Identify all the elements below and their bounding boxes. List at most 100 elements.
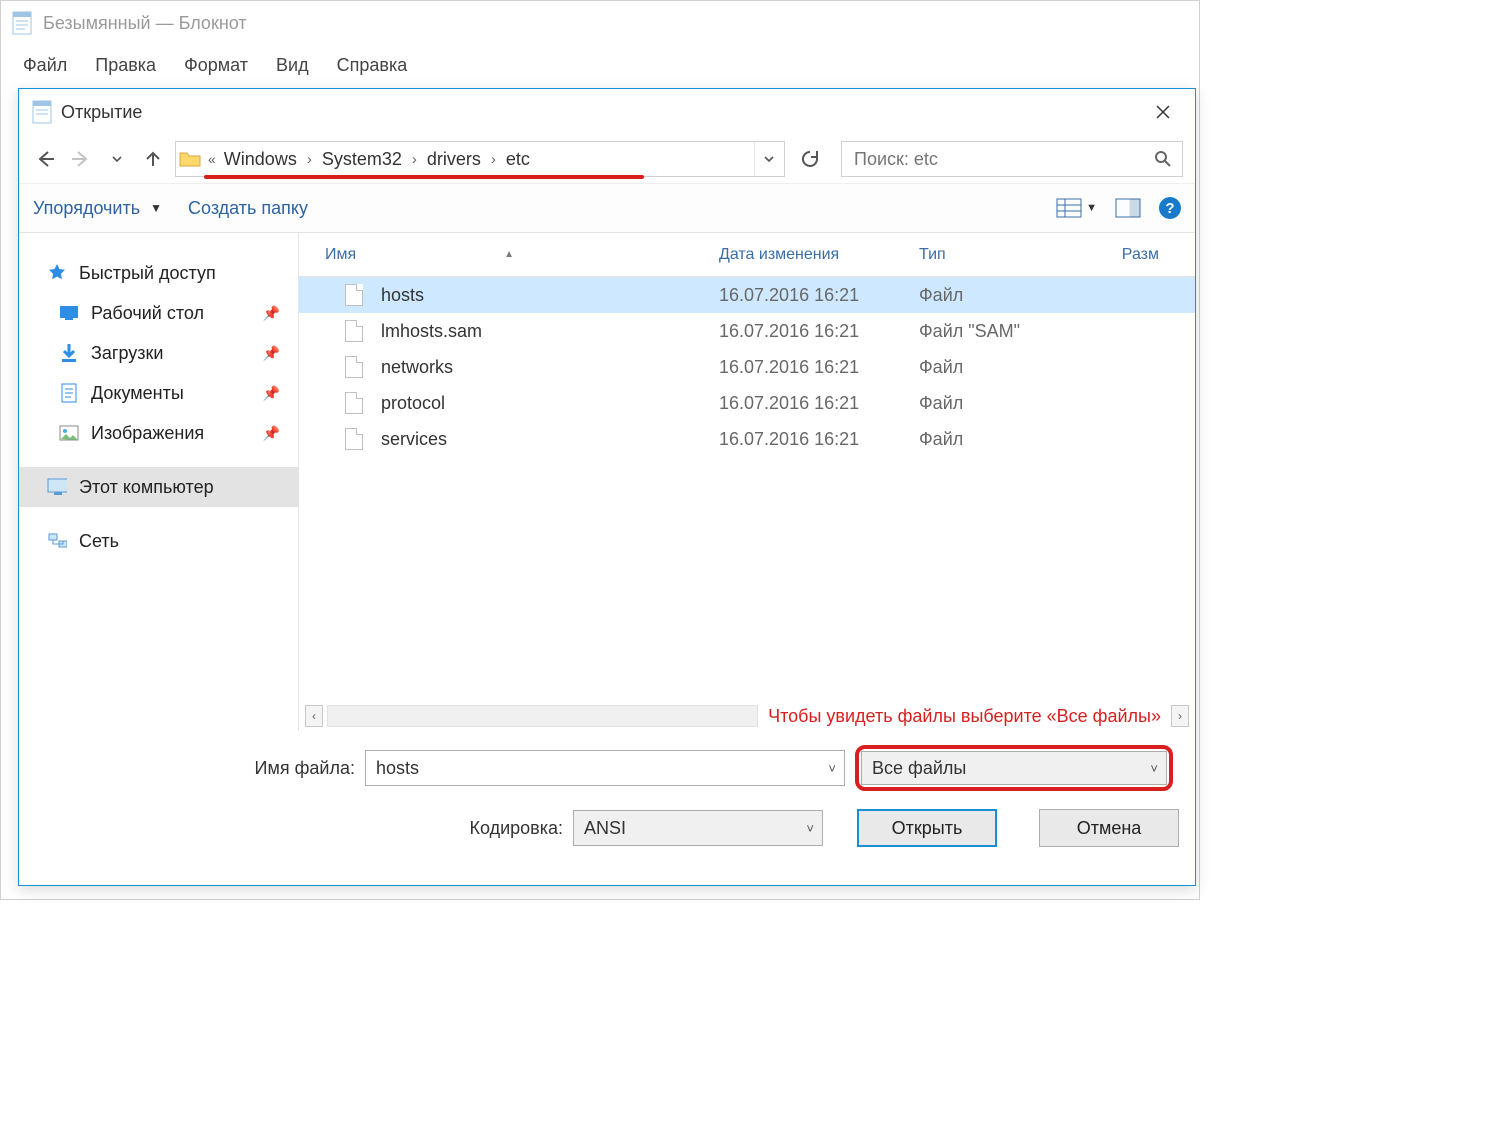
refresh-icon[interactable]	[793, 141, 827, 177]
organize-label: Упорядочить	[33, 198, 140, 219]
scroll-track[interactable]	[327, 705, 758, 727]
file-name: protocol	[381, 393, 445, 414]
cancel-button[interactable]: Отмена	[1039, 809, 1179, 847]
dialog-body: Быстрый доступ Рабочий стол 📌 Загрузки 📌…	[19, 233, 1195, 731]
encoding-combo[interactable]: ANSI ˅	[573, 810, 823, 846]
chevron-down-icon: ▼	[1086, 202, 1097, 214]
menu-edit[interactable]: Правка	[81, 49, 170, 82]
breadcrumb-item-windows[interactable]: Windows	[220, 147, 301, 172]
file-row[interactable]: protocol 16.07.2016 16:21Файл	[299, 385, 1195, 421]
chevron-down-icon[interactable]: ˅	[828, 761, 836, 776]
search-input[interactable]	[841, 141, 1183, 177]
column-size[interactable]: Разм	[1089, 246, 1169, 264]
annotation-filter-highlight: Все файлы ˅	[855, 745, 1173, 791]
file-icon	[345, 284, 363, 306]
notepad-titlebar: Безымянный — Блокнот	[1, 1, 1199, 45]
chevron-down-icon[interactable]: ˅	[806, 821, 814, 836]
sidebar-item-label: Рабочий стол	[91, 303, 204, 324]
scroll-right-icon[interactable]: ›	[1171, 705, 1189, 727]
folder-icon	[176, 145, 204, 173]
file-name: networks	[381, 357, 453, 378]
filetype-filter-combo[interactable]: Все файлы ˅	[861, 751, 1167, 785]
chevron-right-icon[interactable]: ›	[301, 151, 318, 168]
computer-icon	[47, 477, 67, 497]
column-type[interactable]: Тип	[919, 246, 1089, 264]
file-type: Файл	[919, 285, 1089, 306]
search-field[interactable]	[852, 148, 1148, 171]
notepad-menubar: Файл Правка Формат Вид Справка	[1, 45, 1199, 85]
filetype-filter-value: Все файлы	[872, 758, 966, 779]
nav-recent-dropdown-icon[interactable]	[103, 145, 131, 173]
sidebar-this-pc[interactable]: Этот компьютер	[19, 467, 298, 507]
new-folder-button[interactable]: Создать папку	[188, 198, 308, 219]
breadcrumb-item-drivers[interactable]: drivers	[423, 147, 485, 172]
nav-back-icon[interactable]	[31, 145, 59, 173]
column-date[interactable]: Дата изменения	[719, 246, 919, 264]
nav-forward-icon	[67, 145, 95, 173]
star-icon	[47, 263, 67, 283]
search-icon[interactable]	[1148, 150, 1172, 168]
downloads-icon	[59, 343, 79, 363]
filename-value: hosts	[376, 758, 419, 779]
column-name[interactable]: Имя ▲	[299, 246, 719, 264]
file-row[interactable]: networks 16.07.2016 16:21Файл	[299, 349, 1195, 385]
annotation-underline	[204, 175, 644, 179]
menu-help[interactable]: Справка	[323, 49, 422, 82]
file-icon	[345, 320, 363, 342]
file-list-header: Имя ▲ Дата изменения Тип Разм	[299, 233, 1195, 277]
file-name: lmhosts.sam	[381, 321, 482, 342]
notepad-title: Безымянный — Блокнот	[43, 13, 247, 34]
pin-icon[interactable]: 📌	[263, 385, 280, 402]
sidebar-network[interactable]: Сеть	[19, 521, 298, 561]
chevron-right-icon[interactable]: ›	[485, 151, 502, 168]
scroll-left-icon[interactable]: ‹	[305, 705, 323, 727]
file-row[interactable]: services 16.07.2016 16:21Файл	[299, 421, 1195, 457]
pictures-icon	[59, 423, 79, 443]
file-date: 16.07.2016 16:21	[719, 393, 919, 414]
horizontal-scrollbar[interactable]: ‹ Чтобы увидеть файлы выберите «Все файл…	[299, 701, 1195, 731]
file-row[interactable]: hosts16.07.2016 16:21Файл	[299, 277, 1195, 313]
file-row[interactable]: lmhosts.sam16.07.2016 16:21Файл "SAM"	[299, 313, 1195, 349]
file-date: 16.07.2016 16:21	[719, 429, 919, 450]
sidebar-network-label: Сеть	[79, 531, 119, 552]
open-button[interactable]: Открыть	[857, 809, 997, 847]
nav-up-icon[interactable]	[139, 145, 167, 173]
sidebar-item-label: Изображения	[91, 423, 204, 444]
file-list[interactable]: hosts16.07.2016 16:21Файл lmhosts.sam 16.0…	[299, 277, 1195, 701]
organize-button[interactable]: Упорядочить ▼	[33, 198, 162, 219]
preview-pane-button[interactable]	[1115, 198, 1141, 218]
file-date: 16.07.2016 16:21	[719, 321, 919, 342]
view-mode-button[interactable]: ▼	[1056, 198, 1097, 218]
documents-icon	[59, 383, 79, 403]
help-icon[interactable]: ?	[1159, 197, 1181, 219]
file-name: services	[381, 429, 447, 450]
sidebar-item-documents[interactable]: Документы 📌	[19, 373, 298, 413]
annotation-hint: Чтобы увидеть файлы выберите «Все файлы»	[762, 706, 1167, 727]
pin-icon[interactable]: 📌	[263, 425, 280, 442]
sidebar-item-downloads[interactable]: Загрузки 📌	[19, 333, 298, 373]
file-type: Файл	[919, 393, 1089, 414]
sidebar-item-desktop[interactable]: Рабочий стол 📌	[19, 293, 298, 333]
breadcrumb[interactable]: « Windows › System32 › drivers › etc	[175, 141, 785, 177]
file-date: 16.07.2016 16:21	[719, 357, 919, 378]
file-type: Файл	[919, 357, 1089, 378]
sidebar-quick-access[interactable]: Быстрый доступ	[19, 253, 298, 293]
chevron-down-icon[interactable]: ˅	[1150, 761, 1158, 776]
breadcrumb-item-etc[interactable]: etc	[502, 147, 534, 172]
menu-view[interactable]: Вид	[262, 49, 323, 82]
dialog-bottom: Имя файла: hosts ˅ Все файлы ˅ Кодировка…	[19, 731, 1195, 865]
breadcrumb-item-system32[interactable]: System32	[318, 147, 406, 172]
file-type: Файл	[919, 429, 1089, 450]
dialog-toolbar: Упорядочить ▼ Создать папку ▼ ?	[19, 183, 1195, 233]
pin-icon[interactable]: 📌	[263, 345, 280, 362]
breadcrumb-overflow[interactable]: «	[204, 151, 220, 167]
filename-combo[interactable]: hosts ˅	[365, 750, 845, 786]
close-icon[interactable]	[1143, 97, 1183, 127]
chevron-right-icon[interactable]: ›	[406, 151, 423, 168]
sidebar-item-pictures[interactable]: Изображения 📌	[19, 413, 298, 453]
menu-file[interactable]: Файл	[9, 49, 81, 82]
breadcrumb-dropdown-icon[interactable]	[754, 142, 782, 176]
pin-icon[interactable]: 📌	[263, 305, 280, 322]
sidebar-item-label: Загрузки	[91, 343, 163, 364]
menu-format[interactable]: Формат	[170, 49, 262, 82]
